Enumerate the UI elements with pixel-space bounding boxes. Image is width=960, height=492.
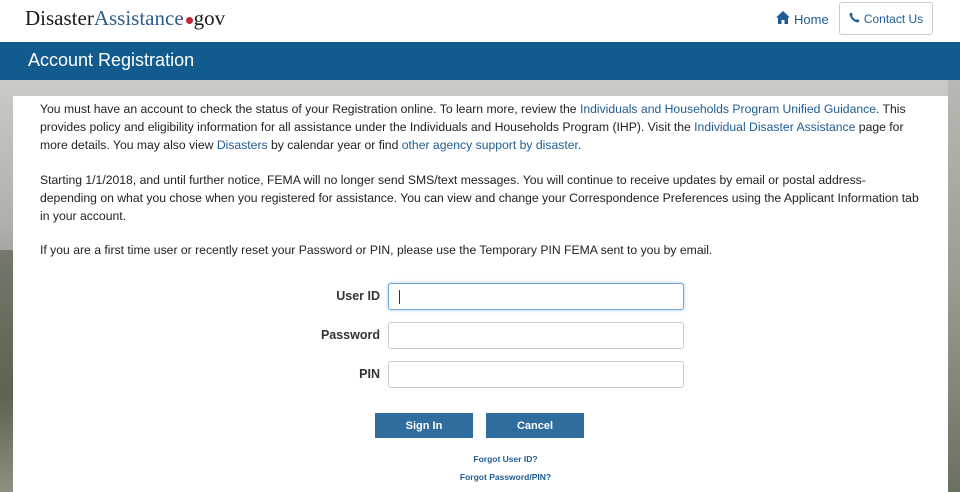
logo-dot-icon — [185, 17, 193, 24]
forgot-userid-link[interactable]: Forgot User ID? — [373, 454, 638, 464]
contact-us-button[interactable]: Contact Us — [839, 2, 933, 35]
password-input[interactable] — [388, 322, 684, 349]
top-header: DisasterAssistance gov Home Contact Us — [0, 0, 960, 42]
logo-part3: gov — [193, 6, 226, 30]
individual-disaster-assistance-link[interactable]: Individual Disaster Assistance — [694, 120, 855, 134]
pin-label: PIN — [359, 367, 380, 381]
phone-icon — [849, 12, 860, 26]
contact-us-label: Contact Us — [863, 11, 924, 26]
userid-input[interactable] — [388, 283, 684, 310]
site-logo[interactable]: DisasterAssistance gov — [25, 6, 225, 31]
intro-text: by calendar year or find — [267, 138, 402, 152]
page-title: Account Registration — [28, 50, 195, 70]
registration-panel: You must have an account to check the st… — [13, 96, 948, 492]
forgot-password-link[interactable]: Forgot Password/PIN? — [373, 472, 638, 482]
title-band: Account Registration — [0, 42, 960, 80]
guidance-link[interactable]: Individuals and Households Program Unifi… — [580, 102, 876, 116]
logo-part1: Disaster — [25, 6, 94, 30]
intro-text: You must have an account to check the st… — [40, 102, 580, 116]
home-link[interactable]: Home — [776, 11, 829, 27]
sign-in-button[interactable]: Sign In — [375, 413, 473, 438]
cancel-button[interactable]: Cancel — [486, 413, 584, 438]
text-caret — [399, 290, 400, 304]
agency-support-link[interactable]: other agency support by disaster — [402, 138, 578, 152]
pin-input[interactable] — [388, 361, 684, 388]
intro-text: . — [577, 138, 582, 152]
intro-paragraph: You must have an account to check the st… — [40, 100, 920, 154]
userid-label: User ID — [336, 289, 380, 303]
sms-notice-paragraph: Starting 1/1/2018, and until further not… — [40, 173, 919, 223]
password-label: Password — [320, 328, 380, 342]
logo-part2: Assistance — [93, 6, 184, 30]
temporary-pin-paragraph: If you are a first time user or recently… — [40, 243, 713, 257]
home-icon — [776, 11, 790, 27]
home-label: Home — [794, 11, 829, 27]
background-right-edge — [948, 80, 960, 492]
disasters-link[interactable]: Disasters — [217, 138, 268, 152]
